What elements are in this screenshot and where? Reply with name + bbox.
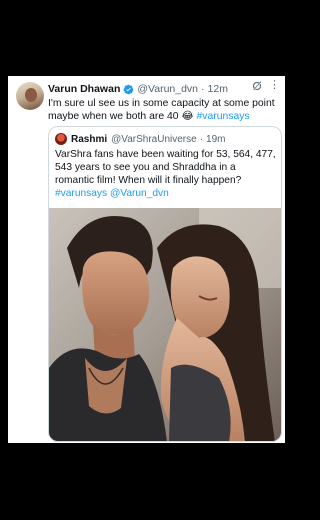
quoted-author-handle[interactable]: @VarShraUniverse <box>111 134 197 145</box>
author-handle[interactable]: @Varun_dvn <box>137 83 198 95</box>
quoted-tweet[interactable]: Rashmi @VarShraUniverse · 19m VarShra fa… <box>48 126 282 442</box>
laughing-emoji: 😂 <box>181 111 194 122</box>
quoted-hashtag-link[interactable]: #varunsays <box>55 188 107 199</box>
quoted-timestamp[interactable]: 19m <box>206 134 225 145</box>
tweet-header: Varun Dhawan @Varun_dvn · 12m <box>48 81 279 97</box>
more-icon[interactable]: ⋮ <box>269 78 280 91</box>
timestamp[interactable]: 12m <box>208 83 228 95</box>
quoted-author-name[interactable]: Rashmi <box>71 134 107 145</box>
quoted-text-main: VarShra fans have been waiting for 53, 5… <box>55 149 276 186</box>
separator-dot: · <box>201 83 205 95</box>
quoted-photo[interactable] <box>49 208 281 442</box>
author-name[interactable]: Varun Dhawan <box>48 83 120 95</box>
quoted-separator-dot: · <box>199 133 204 145</box>
hashtag-link[interactable]: #varunsays <box>196 111 249 122</box>
verified-badge-icon <box>124 84 134 94</box>
tweet-text: I'm sure ul see us in some capacity at s… <box>48 97 280 123</box>
quoted-mention-link[interactable]: @Varun_dvn <box>110 188 169 199</box>
quoted-tweet-header: Rashmi @VarShraUniverse · 19m <box>55 132 225 146</box>
quoted-avatar[interactable] <box>55 133 67 145</box>
grok-icon[interactable] <box>251 80 263 92</box>
tweet-card[interactable]: Varun Dhawan @Varun_dvn · 12m ⋮ I'm sure… <box>8 76 285 443</box>
avatar[interactable] <box>16 82 44 110</box>
quoted-tweet-text: VarShra fans have been waiting for 53, 5… <box>55 148 277 200</box>
